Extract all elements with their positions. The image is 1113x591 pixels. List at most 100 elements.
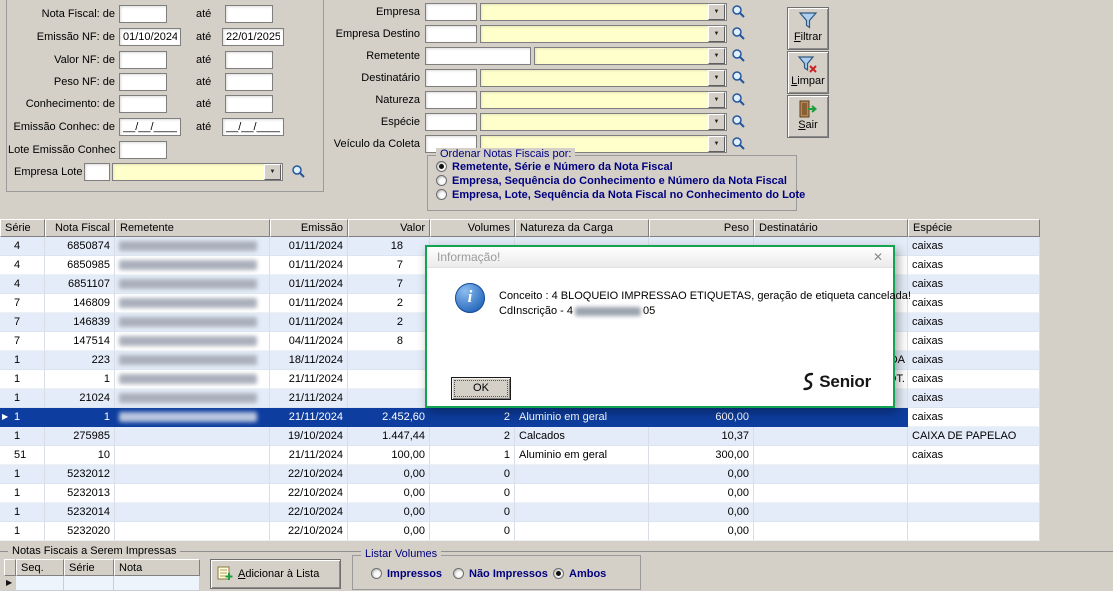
empresa-destino-combo[interactable]: ▼ xyxy=(480,25,727,43)
cell-serie: 4 xyxy=(0,256,45,275)
sair-button[interactable]: Sair xyxy=(787,95,829,138)
vol-option-impressos[interactable]: Impressos xyxy=(371,567,442,580)
empresa-lote-search-icon[interactable] xyxy=(291,164,307,180)
table-row[interactable]: 1523201322/10/20240,0000,00 xyxy=(0,484,1040,503)
column-header-emissao[interactable]: Emissão xyxy=(270,219,348,237)
cell-emissao: 01/11/2024 xyxy=(270,256,348,275)
column-header-peso[interactable]: Peso xyxy=(649,219,754,237)
order-option-remetente[interactable]: Remetente, Série e Número da Nota Fiscal xyxy=(436,160,673,173)
destinatario-code-input[interactable] xyxy=(425,69,477,87)
lote-emissao-conhec-input[interactable] xyxy=(119,141,167,159)
destinatario-label: Destinatário xyxy=(328,69,420,87)
especie-search-icon[interactable] xyxy=(731,114,747,130)
limpar-button[interactable]: Limpar xyxy=(787,51,829,94)
nota-fiscal-de-input[interactable] xyxy=(119,5,167,23)
cell-valor xyxy=(348,370,430,389)
column-header-volumes[interactable]: Volumes xyxy=(430,219,515,237)
vol-option-nao-impressos[interactable]: Não Impressos xyxy=(453,567,548,580)
table-row[interactable]: 1121/11/20242.452,602Aluminio em geral60… xyxy=(0,408,1040,427)
order-option-conhecimento[interactable]: Empresa, Sequência do Conhecimento e Núm… xyxy=(436,174,787,187)
peso-nf-ate-input[interactable] xyxy=(225,73,273,91)
valor-nf-de-input[interactable] xyxy=(119,51,167,69)
column-header-nota[interactable]: Nota Fiscal xyxy=(45,219,115,237)
dialog-titlebar[interactable]: Informação! ✕ xyxy=(427,247,893,268)
table-header: SérieNota FiscalRemetenteEmissãoValorVol… xyxy=(0,219,1040,237)
empresa-lote-combo[interactable]: ▼ xyxy=(112,163,283,181)
emissao-nf-de-input[interactable] xyxy=(119,28,181,46)
empresa-destino-search-icon[interactable] xyxy=(731,26,747,42)
table-row[interactable]: 127598519/10/20241.447,442Calcados10,37C… xyxy=(0,427,1040,446)
chevron-down-icon[interactable]: ▼ xyxy=(708,4,725,20)
radio-icon[interactable] xyxy=(453,568,464,579)
column-header-especie[interactable]: Espécie xyxy=(908,219,1040,237)
chevron-down-icon[interactable]: ▼ xyxy=(708,92,725,108)
empresa-search-icon[interactable] xyxy=(731,4,747,20)
radio-icon[interactable] xyxy=(436,189,447,200)
cell-natureza: Aluminio em geral xyxy=(515,408,649,427)
valor-nf-ate-input[interactable] xyxy=(225,51,273,69)
redacted-text xyxy=(119,279,257,289)
empresa-code-input[interactable] xyxy=(425,3,477,21)
conhecimento-label: Conhecimento: de xyxy=(8,95,115,113)
empresa-destino-code-input[interactable] xyxy=(425,25,477,43)
chevron-down-icon[interactable]: ▼ xyxy=(708,70,725,86)
column-header-serie[interactable]: Série xyxy=(0,219,45,237)
chevron-down-icon[interactable]: ▼ xyxy=(708,114,725,130)
radio-icon[interactable] xyxy=(553,568,564,579)
remetente-combo[interactable]: ▼ xyxy=(534,47,727,65)
peso-nf-de-input[interactable] xyxy=(119,73,167,91)
natureza-code-input[interactable] xyxy=(425,91,477,109)
nota-fiscal-ate-input[interactable] xyxy=(225,5,273,23)
ok-button[interactable]: OK xyxy=(451,377,511,400)
adicionar-a-lista-button[interactable]: Adicionar à Lista xyxy=(210,559,341,589)
print-queue-row[interactable] xyxy=(4,576,200,591)
column-header-natureza[interactable]: Natureza da Carga xyxy=(515,219,649,237)
radio-icon[interactable] xyxy=(436,161,447,172)
remetente-code-input[interactable] xyxy=(425,47,531,65)
column-header-valor[interactable]: Valor xyxy=(348,219,430,237)
chevron-down-icon[interactable]: ▼ xyxy=(708,48,725,64)
chevron-down-icon[interactable]: ▼ xyxy=(264,164,281,180)
mini-col-serie[interactable]: Série xyxy=(64,559,114,576)
cell-volumes: 0 xyxy=(430,503,515,522)
veiculo-coleta-search-icon[interactable] xyxy=(731,136,747,152)
especie-combo[interactable]: ▼ xyxy=(480,113,727,131)
destinatario-combo[interactable]: ▼ xyxy=(480,69,727,87)
empresa-lote-code-input[interactable] xyxy=(84,163,110,181)
chevron-down-icon[interactable]: ▼ xyxy=(708,26,725,42)
radio-icon[interactable] xyxy=(436,175,447,186)
conhecimento-ate-input[interactable] xyxy=(225,95,273,113)
table-row[interactable]: 1523202022/10/20240,0000,00 xyxy=(0,522,1040,541)
emissao-conhec-label: Emissão Conhec: de xyxy=(8,118,115,136)
cell-emissao: 01/11/2024 xyxy=(270,275,348,294)
cell-serie: 1 xyxy=(0,427,45,446)
mini-col-seq[interactable]: Seq. xyxy=(16,559,64,576)
table-row[interactable]: 1523201422/10/20240,0000,00 xyxy=(0,503,1040,522)
remetente-search-icon[interactable] xyxy=(731,48,747,64)
conhecimento-de-input[interactable] xyxy=(119,95,167,113)
cell-emissao: 01/11/2024 xyxy=(270,294,348,313)
close-icon[interactable]: ✕ xyxy=(873,250,883,264)
radio-icon[interactable] xyxy=(371,568,382,579)
natureza-combo[interactable]: ▼ xyxy=(480,91,727,109)
column-header-destinatario[interactable]: Destinatário xyxy=(754,219,908,237)
natureza-search-icon[interactable] xyxy=(731,92,747,108)
redacted-text xyxy=(119,317,257,327)
filtrar-button[interactable]: Filtrar xyxy=(787,7,829,50)
destinatario-search-icon[interactable] xyxy=(731,70,747,86)
empresa-combo[interactable]: ▼ xyxy=(480,3,727,21)
filter-clear-icon xyxy=(797,55,819,75)
emissao-conhec-de-input[interactable] xyxy=(119,118,181,136)
emissao-nf-ate-input[interactable] xyxy=(222,28,284,46)
cell-emissao: 21/11/2024 xyxy=(270,446,348,465)
radio-label: Empresa, Lote, Sequência da Nota Fiscal … xyxy=(452,189,805,201)
order-option-lote[interactable]: Empresa, Lote, Sequência da Nota Fiscal … xyxy=(436,188,805,201)
table-row[interactable]: 1523201222/10/20240,0000,00 xyxy=(0,465,1040,484)
chevron-down-icon[interactable]: ▼ xyxy=(708,136,725,152)
column-header-remetente[interactable]: Remetente xyxy=(115,219,270,237)
emissao-conhec-ate-input[interactable] xyxy=(222,118,284,136)
table-row[interactable]: 511021/11/2024100,001Aluminio em geral30… xyxy=(0,446,1040,465)
especie-code-input[interactable] xyxy=(425,113,477,131)
mini-col-nota[interactable]: Nota xyxy=(114,559,200,576)
vol-option-ambos[interactable]: Ambos xyxy=(553,567,606,580)
